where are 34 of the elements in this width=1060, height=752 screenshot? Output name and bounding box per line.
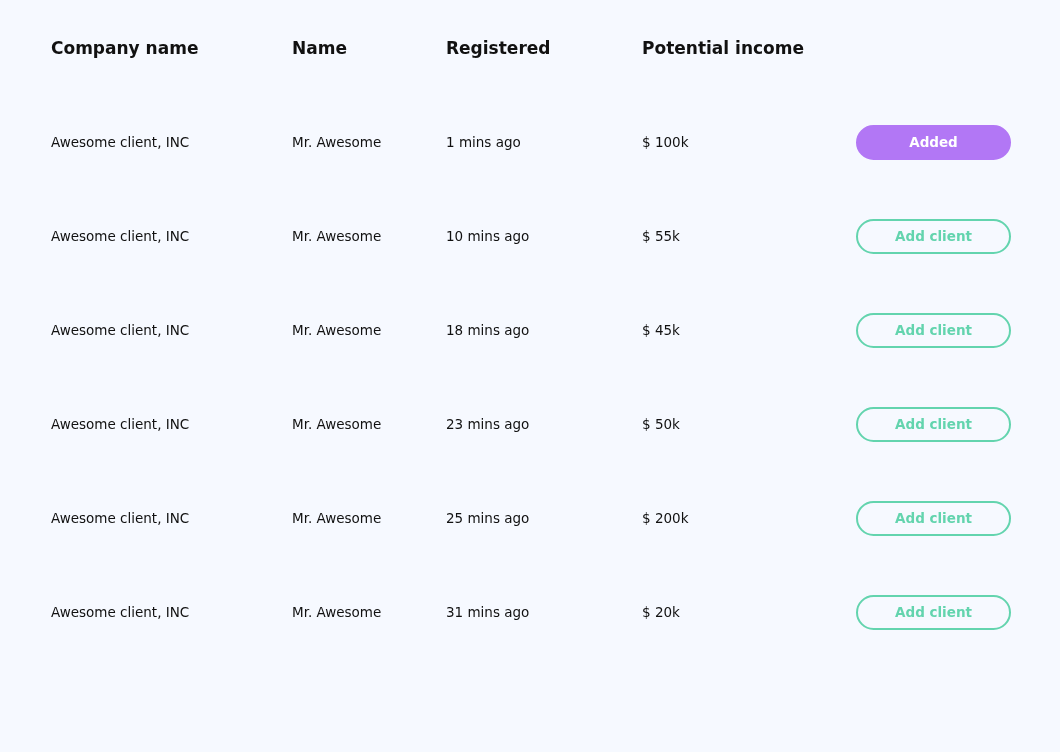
table-cell-text: Mr. Awesome [292, 322, 383, 338]
table-cell-text: $ 55k [642, 228, 681, 244]
column-header: Registered [446, 37, 552, 58]
add-client-button[interactable]: Add client [856, 312, 1011, 348]
table-cell-text: Awesome client, INC [51, 604, 191, 620]
table-cell-text: $ 20k [642, 604, 681, 620]
added-button[interactable]: Added [856, 124, 1011, 160]
table-cell-text: 25 mins ago [446, 510, 531, 526]
table-cell-text: Awesome client, INC [51, 416, 191, 432]
table-cell-text: Awesome client, INC [51, 510, 191, 526]
add-client-button[interactable]: Add client [856, 218, 1011, 254]
table-cell-text: Awesome client, INC [51, 322, 191, 338]
column-header: Potential income [642, 37, 805, 58]
table-cell-text: 10 mins ago [446, 228, 531, 244]
table-cell-text: 18 mins ago [446, 322, 531, 338]
table-cell-text: 31 mins ago [446, 604, 531, 620]
table-cell-text: $ 100k [642, 134, 690, 150]
add-client-button[interactable]: Add client [856, 406, 1011, 442]
table-cell-text: Mr. Awesome [292, 510, 383, 526]
table-cell-text: $ 45k [642, 322, 681, 338]
table-cell-text: Mr. Awesome [292, 228, 383, 244]
table-cell-text: 23 mins ago [446, 416, 531, 432]
column-header: Company name [51, 37, 200, 58]
table-cell-text: Mr. Awesome [292, 416, 383, 432]
column-header: Name [292, 37, 348, 58]
table-cell-text: $ 50k [642, 416, 681, 432]
table-cell-text: Mr. Awesome [292, 134, 383, 150]
table-cell-text: 1 mins ago [446, 134, 522, 150]
table-cell-text: Awesome client, INC [51, 134, 191, 150]
table-cell-text: Awesome client, INC [51, 228, 191, 244]
add-client-button[interactable]: Add client [856, 500, 1011, 536]
table-cell-text: Mr. Awesome [292, 604, 383, 620]
table-cell-text: $ 200k [642, 510, 690, 526]
add-client-button[interactable]: Add client [856, 594, 1011, 630]
